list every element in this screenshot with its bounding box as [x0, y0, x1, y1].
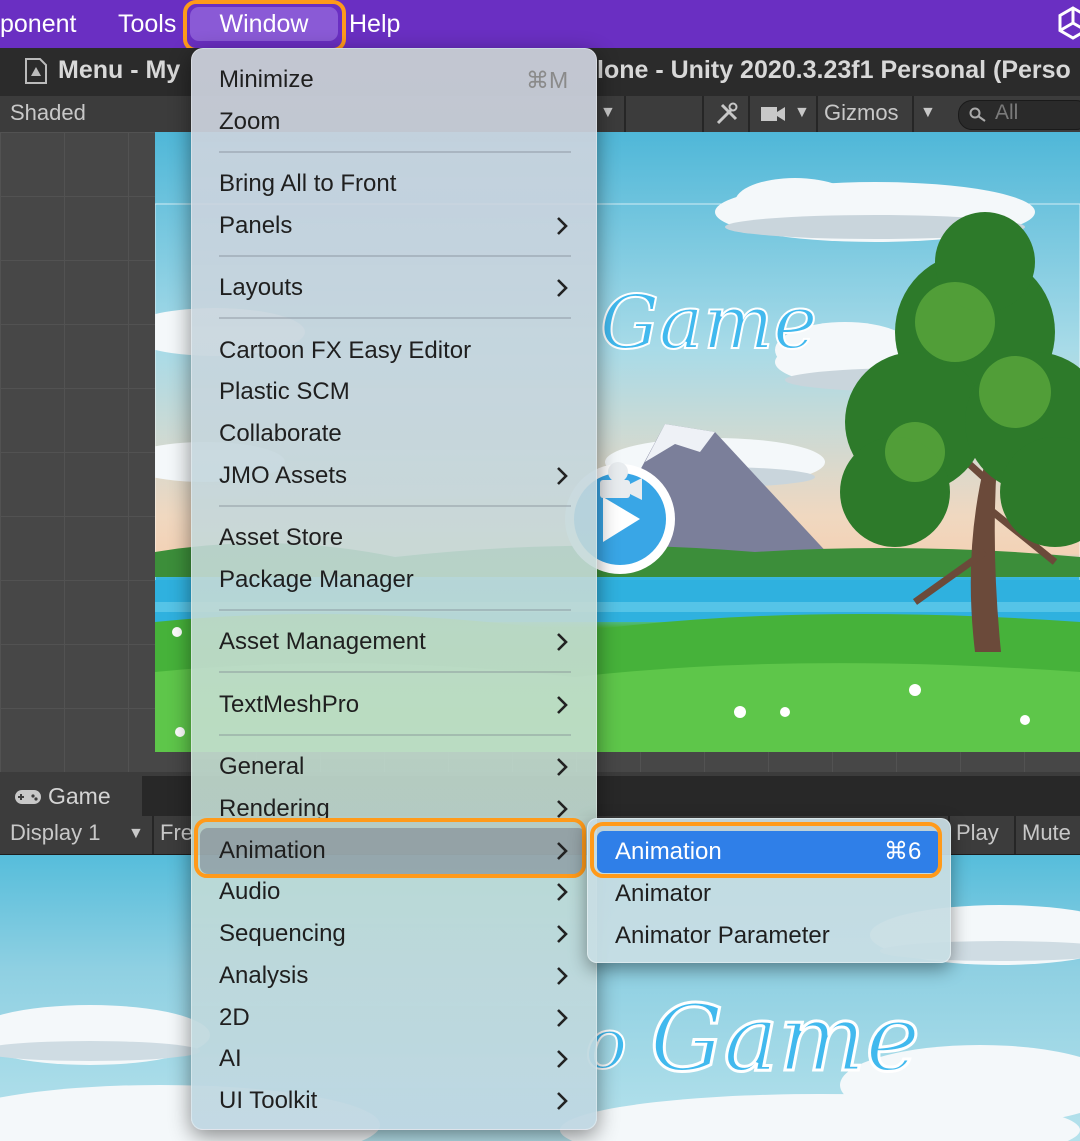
chevron-down-icon[interactable]: ▼	[794, 104, 810, 122]
menu-item-jmo-assets[interactable]: JMO Assets	[219, 456, 347, 496]
menu-item-asset-store[interactable]: Asset Store	[219, 518, 343, 558]
menu-item-analysis[interactable]: Analysis	[219, 956, 308, 996]
toolbar-divider	[702, 96, 704, 132]
tab-game[interactable]: Game	[0, 776, 142, 816]
menu-item-panels[interactable]: Panels	[219, 206, 292, 246]
chevron-right-icon	[557, 467, 568, 485]
gamepad-icon	[15, 790, 41, 804]
menu-item-minimize[interactable]: Minimize	[219, 60, 314, 100]
menubar-item-help[interactable]: Help	[349, 7, 400, 41]
menu-separator	[219, 609, 571, 611]
display-dropdown[interactable]: Display 1	[10, 820, 100, 846]
menu-item-asset-management[interactable]: Asset Management	[219, 622, 426, 662]
menu-item-cartoon-fx-easy-editor[interactable]: Cartoon FX Easy Editor	[219, 331, 471, 371]
menu-item-2d[interactable]: 2D	[219, 998, 250, 1038]
menu-item-zoom[interactable]: Zoom	[219, 102, 280, 142]
chevron-right-icon	[557, 883, 568, 901]
toolbar-divider	[816, 96, 818, 132]
menu-separator	[219, 671, 571, 673]
search-placeholder: All	[995, 101, 1019, 124]
toolbar-divider	[152, 816, 154, 854]
title-app-name: lone - Unity 2020.3.23f1 Personal (Perso	[597, 56, 1071, 84]
chevron-down-icon[interactable]: ▼	[920, 104, 936, 122]
chevron-down-icon[interactable]: ▼	[600, 104, 616, 122]
chevron-right-icon	[557, 967, 568, 985]
menu-item-animation[interactable]: Animation	[219, 831, 326, 871]
gizmos-button[interactable]: Gizmos	[824, 100, 899, 126]
unity-logo-icon[interactable]	[1056, 6, 1080, 40]
menubar-item-window[interactable]: Window	[190, 7, 338, 41]
chevron-right-icon	[557, 633, 568, 651]
menubar-item-tools[interactable]: Tools	[118, 7, 176, 41]
menu-separator	[219, 151, 571, 153]
aspect-dropdown[interactable]: Fre	[160, 820, 193, 846]
scene-file-icon	[25, 58, 47, 84]
menu-item-sequencing[interactable]: Sequencing	[219, 914, 346, 954]
minimize-shortcut: ⌘M	[526, 67, 569, 93]
menu-item-ai[interactable]: AI	[219, 1039, 242, 1079]
tab-game-label: Game	[48, 783, 111, 809]
menu-item-rendering[interactable]: Rendering	[219, 789, 330, 829]
menu-separator	[219, 317, 571, 319]
shading-mode-dropdown[interactable]: Shaded	[10, 100, 86, 126]
search-icon	[969, 107, 986, 122]
menu-bar: ponent Tools Window Help	[0, 0, 1080, 48]
toolbar-divider	[912, 96, 914, 132]
scene-title-text: Game	[599, 279, 818, 367]
scene-search-input[interactable]: All	[958, 100, 1080, 130]
chevron-right-icon	[557, 800, 568, 818]
mute-audio-toggle[interactable]: Mute	[1022, 820, 1071, 846]
chevron-right-icon	[557, 925, 568, 943]
menu-item-textmeshpro[interactable]: TextMeshPro	[219, 685, 359, 725]
chevron-right-icon	[557, 696, 568, 714]
menu-item-bring-all-to-front[interactable]: Bring All to Front	[219, 164, 396, 204]
menu-item-package-manager[interactable]: Package Manager	[219, 560, 414, 600]
animation-submenu: Animation ⌘6 Animator Animator Parameter	[587, 818, 951, 963]
menu-item-ui-toolkit[interactable]: UI Toolkit	[219, 1081, 317, 1121]
menubar-item-component[interactable]: ponent	[0, 7, 76, 41]
chevron-right-icon	[557, 842, 568, 860]
animation-shortcut: ⌘6	[884, 838, 922, 865]
chevron-right-icon	[557, 279, 568, 297]
menu-item-plastic-scm[interactable]: Plastic SCM	[219, 372, 350, 412]
menu-separator	[219, 734, 571, 736]
window-menu: Minimize ⌘M Zoom Bring All to Front Pane…	[191, 48, 597, 1130]
chevron-right-icon	[557, 1050, 568, 1068]
chevron-down-icon[interactable]: ▼	[128, 825, 144, 843]
chevron-right-icon	[557, 1009, 568, 1027]
menu-item-layouts[interactable]: Layouts	[219, 268, 303, 308]
menu-separator	[219, 255, 571, 257]
toolbar-divider	[748, 96, 750, 132]
game-title-text: Game	[648, 984, 921, 1094]
menu-separator	[219, 505, 571, 507]
chevron-right-icon	[557, 217, 568, 235]
submenu-item-animation[interactable]: Animation	[615, 832, 722, 872]
submenu-item-animator-parameter[interactable]: Animator Parameter	[615, 916, 830, 956]
submenu-item-animator[interactable]: Animator	[615, 874, 711, 914]
menu-item-audio[interactable]: Audio	[219, 872, 280, 912]
chevron-right-icon	[557, 1092, 568, 1110]
menu-item-collaborate[interactable]: Collaborate	[219, 414, 342, 454]
play-focused-toggle[interactable]: Play	[956, 820, 999, 846]
title-scene-name: Menu - My	[58, 56, 181, 84]
tools-icon[interactable]	[714, 101, 740, 127]
menu-item-general[interactable]: General	[219, 747, 304, 787]
chevron-right-icon	[557, 758, 568, 776]
toolbar-divider	[1014, 816, 1016, 854]
toolbar-divider	[624, 96, 626, 132]
camera-icon[interactable]	[760, 104, 786, 124]
